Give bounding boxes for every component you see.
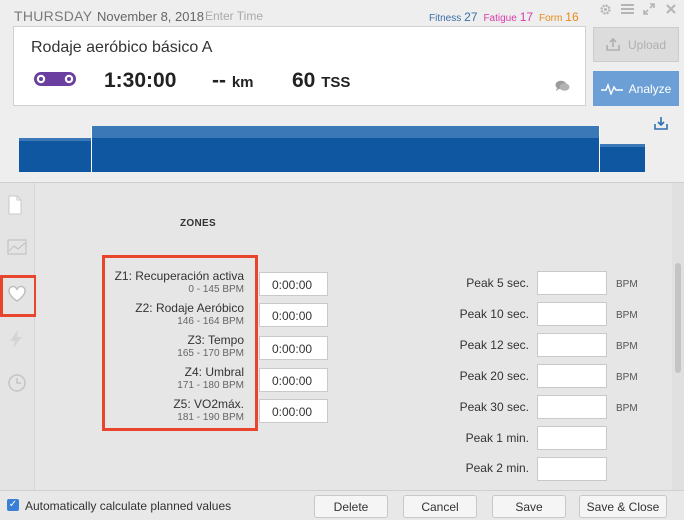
footer-bar: ✓ Automatically calculate planned values… <box>0 490 684 520</box>
chart-warmup-cap <box>19 138 91 141</box>
analyze-button[interactable]: Analyze <box>593 71 679 106</box>
fitness-label: Fitness <box>429 13 462 24</box>
delete-button[interactable]: Delete <box>314 495 388 518</box>
zone-time-input[interactable]: 0:00:00 <box>259 272 328 296</box>
peak-input[interactable] <box>537 271 607 295</box>
peak-label: Peak 5 sec. <box>466 276 529 290</box>
upload-label: Upload <box>627 37 667 52</box>
distance-unit: km <box>231 74 254 91</box>
bike-icon <box>30 69 80 94</box>
upload-button[interactable]: Upload <box>593 27 679 62</box>
workout-title[interactable]: Rodaje aeróbico básico A <box>31 39 212 57</box>
upload-icon <box>606 38 620 51</box>
peak-label: Peak 12 sec. <box>459 338 529 352</box>
distance-field[interactable]: -- km <box>212 69 254 93</box>
tss-field[interactable]: 60 TSS <box>292 69 350 93</box>
form-value: 16 <box>565 10 579 24</box>
tss-value: 60 <box>292 69 316 92</box>
form-label: Form <box>539 13 563 24</box>
heart-tab-highlight <box>0 275 37 317</box>
side-toolbar <box>0 183 37 490</box>
peak-input[interactable] <box>537 395 607 419</box>
peak-input[interactable] <box>537 364 607 388</box>
distance-value: -- <box>212 69 226 92</box>
auto-calculate-checkbox[interactable]: ✓ <box>7 499 19 511</box>
lightning-icon[interactable] <box>7 329 25 354</box>
fitness-value: 27 <box>464 10 478 24</box>
zones-highlight-box <box>102 255 258 431</box>
peak-unit: BPM <box>616 372 638 383</box>
menu-icon[interactable] <box>620 3 634 17</box>
peak-input[interactable] <box>537 426 607 450</box>
peak-label: Peak 1 min. <box>465 431 529 445</box>
download-icon[interactable] <box>654 116 668 135</box>
peak-label: Peak 30 sec. <box>459 400 529 414</box>
peak-unit: BPM <box>616 403 638 414</box>
auto-calculate-label[interactable]: Automatically calculate planned values <box>25 499 231 513</box>
fatigue-value: 17 <box>519 10 534 24</box>
zone-time-input[interactable]: 0:00:00 <box>259 368 328 392</box>
chart-icon[interactable] <box>7 239 27 260</box>
peak-input[interactable] <box>537 333 607 357</box>
fatigue-label: Fatigue <box>483 13 517 24</box>
peak-label: Peak 10 sec. <box>459 307 529 321</box>
gear-icon[interactable] <box>598 3 612 17</box>
zone-time-input[interactable]: 0:00:00 <box>259 399 328 423</box>
scrollbar-thumb[interactable] <box>675 263 681 373</box>
chart-warmup-bar <box>19 138 91 172</box>
chart-cooldown-cap <box>600 144 645 147</box>
duration-value[interactable]: 1:30:00 <box>104 69 176 93</box>
comment-icon[interactable] <box>555 79 570 97</box>
chart-cooldown-bar <box>600 144 645 172</box>
peak-unit: BPM <box>616 341 638 352</box>
pulse-icon <box>600 82 623 95</box>
enter-time-field[interactable]: Enter Time <box>205 9 263 23</box>
zone-time-input[interactable]: 0:00:00 <box>259 303 328 327</box>
chart-main-cap <box>92 126 599 138</box>
peak-input[interactable] <box>537 457 607 481</box>
peak-label: Peak 20 sec. <box>459 369 529 383</box>
document-icon[interactable] <box>7 195 23 220</box>
zones-title: ZONES <box>180 218 216 229</box>
save-button[interactable]: Save <box>492 495 566 518</box>
peak-unit: BPM <box>616 279 638 290</box>
workout-summary-card: Rodaje aeróbico básico A 1:30:00 -- km 6… <box>13 26 586 106</box>
save-close-button[interactable]: Save & Close <box>579 495 667 518</box>
peak-input[interactable] <box>537 302 607 326</box>
date-label: November 8, 2018 <box>97 9 204 24</box>
analyze-label: Analyze <box>628 81 672 96</box>
day-label: THURSDAY <box>14 8 93 24</box>
peak-unit: BPM <box>616 310 638 321</box>
peak-label: Peak 2 min. <box>465 461 529 475</box>
cancel-button[interactable]: Cancel <box>403 495 477 518</box>
workout-header: THURSDAY November 8, 2018 Enter Time Fit… <box>0 0 684 183</box>
close-icon[interactable] <box>664 3 678 17</box>
tss-unit: TSS <box>321 74 351 91</box>
expand-icon[interactable] <box>642 3 656 17</box>
scrollbar[interactable] <box>672 183 684 490</box>
clock-icon[interactable] <box>7 373 27 398</box>
fitness-metrics: Fitness 27 Fatigue 17 Form 16 <box>429 10 579 24</box>
zone-time-input[interactable]: 0:00:00 <box>259 336 328 360</box>
workout-structure-chart[interactable] <box>19 118 645 172</box>
